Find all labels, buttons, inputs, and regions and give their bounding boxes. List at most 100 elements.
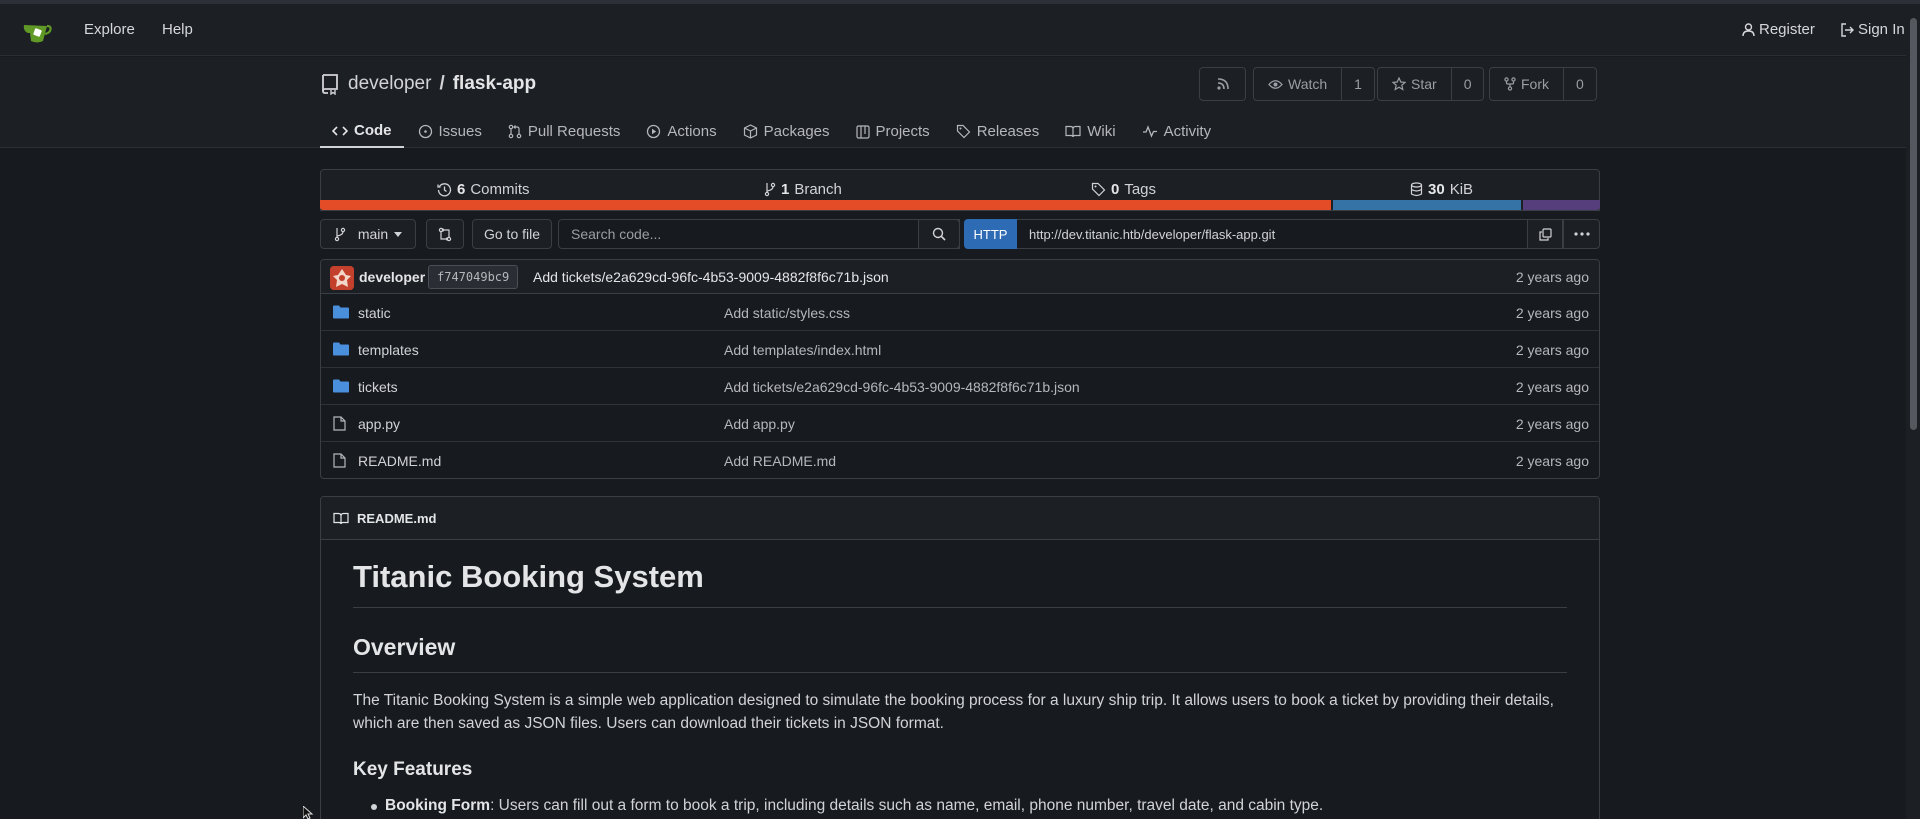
commit-author-link[interactable]: developer xyxy=(359,269,425,285)
tab-wiki[interactable]: Wiki xyxy=(1053,115,1127,148)
http-protocol-button[interactable]: HTTP xyxy=(964,219,1017,249)
tab-packages[interactable]: Packages xyxy=(731,115,842,148)
file-commit-message-link[interactable]: Add static/styles.css xyxy=(724,305,850,321)
tab-code[interactable]: Code xyxy=(320,115,404,148)
table-row: README.md Add README.md 2 years ago xyxy=(321,442,1599,478)
readme-features-heading: Key Features xyxy=(353,758,473,780)
code-search-button[interactable] xyxy=(918,219,960,249)
tab-pull-requests-label: Pull Requests xyxy=(527,123,621,140)
watch-button[interactable]: Watch xyxy=(1254,68,1343,100)
file-commit-time: 2 years ago xyxy=(1515,453,1589,469)
folder-icon xyxy=(333,379,349,393)
go-to-file-button[interactable]: Go to file xyxy=(472,219,552,249)
mouse-cursor-icon xyxy=(303,806,315,819)
file-name-link[interactable]: templates xyxy=(358,342,419,358)
language-segment[interactable] xyxy=(1523,200,1600,210)
more-options-button[interactable] xyxy=(1563,219,1600,249)
file-list: developer f747049bc9 Add tickets/e2a629c… xyxy=(320,259,1600,479)
fork-button[interactable]: Fork xyxy=(1490,68,1564,100)
rss-button[interactable] xyxy=(1199,67,1246,101)
sign-in-icon xyxy=(1841,22,1854,37)
tags-stat[interactable]: 0 Tags xyxy=(1091,181,1156,198)
caret-down-icon xyxy=(394,231,403,237)
clone-url-input[interactable]: http://dev.titanic.htb/developer/flask-a… xyxy=(1017,219,1573,249)
rss-icon xyxy=(1216,77,1230,91)
issue-icon xyxy=(418,124,433,139)
sign-in-label: Sign In xyxy=(1858,21,1905,38)
top-navbar: Explore Help Register Sign In xyxy=(0,4,1920,56)
star-count[interactable]: 0 xyxy=(1452,76,1484,92)
register-label: Register xyxy=(1759,21,1815,38)
file-commit-message-link[interactable]: Add tickets/e2a629cd-96fc-4b53-9009-4882… xyxy=(724,379,1080,395)
tab-issues[interactable]: Issues xyxy=(406,115,494,148)
nav-help-link[interactable]: Help xyxy=(162,21,193,38)
avatar[interactable] xyxy=(330,266,354,290)
tab-releases[interactable]: Releases xyxy=(944,115,1052,148)
file-commit-message-link[interactable]: Add app.py xyxy=(724,416,795,432)
file-name-link[interactable]: app.py xyxy=(358,416,400,432)
table-row: static Add static/styles.css 2 years ago xyxy=(321,294,1599,331)
size-unit: KiB xyxy=(1449,181,1474,198)
file-name-link[interactable]: README.md xyxy=(358,453,441,469)
register-link[interactable]: Register xyxy=(1742,21,1815,38)
search-icon xyxy=(932,227,946,241)
watch-count[interactable]: 1 xyxy=(1342,76,1374,92)
tab-actions[interactable]: Actions xyxy=(634,115,728,148)
commits-stat[interactable]: 6 Commits xyxy=(437,181,530,198)
language-bar[interactable] xyxy=(320,200,1600,210)
tab-releases-label: Releases xyxy=(976,123,1040,140)
repo-tabs: Code Issues Pull Requests Actions Packag… xyxy=(320,115,1225,148)
go-to-file-label: Go to file xyxy=(483,226,541,242)
tag-icon xyxy=(956,124,971,139)
tab-pull-requests[interactable]: Pull Requests xyxy=(496,115,633,148)
branch-dropdown[interactable]: main xyxy=(320,219,416,249)
nav-explore-link[interactable]: Explore xyxy=(84,21,135,38)
table-row: templates Add templates/index.html 2 years… xyxy=(321,331,1599,368)
language-segment[interactable] xyxy=(320,200,1331,210)
fork-button-group: Fork 0 xyxy=(1489,67,1597,101)
nav-help-label: Help xyxy=(162,21,193,38)
language-segment[interactable] xyxy=(1332,200,1522,210)
readme-overview-heading: Overview xyxy=(353,634,1567,673)
file-commit-message-link[interactable]: Add README.md xyxy=(724,453,836,469)
readme-overview-text: The Titanic Booking System is a simple w… xyxy=(353,691,1554,732)
book-icon xyxy=(1065,125,1081,138)
commit-time: 2 years ago xyxy=(1515,269,1589,285)
file-commit-message-link[interactable]: Add templates/index.html xyxy=(724,342,881,358)
star-button[interactable]: Star xyxy=(1378,68,1452,100)
tab-packages-label: Packages xyxy=(763,123,830,140)
repo-separator: / xyxy=(439,73,445,94)
folder-icon xyxy=(333,305,349,319)
branch-stat[interactable]: 1 Branch xyxy=(764,181,842,198)
readme-panel: README.md Titanic Booking System Overvie… xyxy=(320,496,1600,819)
commit-message-link[interactable]: Add tickets/e2a629cd-96fc-4b53-9009-4882… xyxy=(533,269,889,285)
scrollbar-thumb[interactable] xyxy=(1910,18,1917,430)
branch-icon xyxy=(334,227,346,242)
fork-count[interactable]: 0 xyxy=(1564,76,1596,92)
repo-icon xyxy=(320,73,340,95)
sign-in-link[interactable]: Sign In xyxy=(1841,21,1905,38)
tab-activity[interactable]: Activity xyxy=(1130,115,1224,148)
file-commit-time: 2 years ago xyxy=(1515,416,1589,432)
compare-button[interactable] xyxy=(426,219,464,249)
branch-label: Branch xyxy=(794,181,842,198)
gitea-logo-icon[interactable] xyxy=(22,20,52,44)
copy-url-button[interactable] xyxy=(1527,219,1563,249)
project-icon xyxy=(855,124,870,139)
tab-projects[interactable]: Projects xyxy=(844,115,942,148)
repo-owner-link[interactable]: developer xyxy=(348,73,431,95)
commit-sha-link[interactable]: f747049bc9 xyxy=(428,265,519,289)
feature-description: : Users can fill out a form to book a tr… xyxy=(490,796,1324,814)
readme-filename[interactable]: README.md xyxy=(357,511,436,526)
kebab-horizontal-icon xyxy=(1573,232,1590,236)
file-name-link[interactable]: static xyxy=(358,305,391,321)
repo-name-link[interactable]: flask-app xyxy=(453,73,536,95)
latest-commit-row: developer f747049bc9 Add tickets/e2a629c… xyxy=(321,260,1599,294)
copy-icon xyxy=(1538,227,1552,241)
folder-icon xyxy=(333,342,349,356)
table-row: tickets Add tickets/e2a629cd-96fc-4b53-90… xyxy=(321,368,1599,405)
file-name-link[interactable]: tickets xyxy=(358,379,398,395)
page-scrollbar[interactable] xyxy=(1906,4,1920,819)
readme-body: Titanic Booking System Overview The Tita… xyxy=(321,540,1599,815)
code-search-input[interactable]: Search code... xyxy=(558,219,960,249)
